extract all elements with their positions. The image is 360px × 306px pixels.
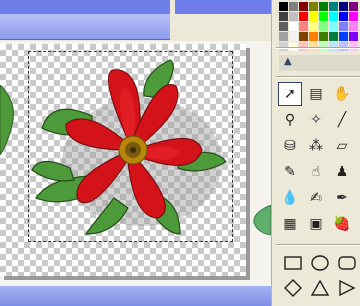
color-swatch[interactable] <box>289 32 298 41</box>
color-swatch[interactable] <box>289 22 298 31</box>
sharpen-tool-icon[interactable]: ✍ <box>304 186 328 210</box>
right-triangle-shape-icon[interactable] <box>335 277 359 299</box>
color-swatch[interactable] <box>329 2 338 11</box>
color-swatch[interactable] <box>279 22 288 31</box>
picture-tube-tool-icon[interactable]: ▣ <box>304 212 328 236</box>
triangle-shape-icon[interactable] <box>308 277 332 299</box>
splitter[interactable] <box>170 0 175 20</box>
document-header <box>0 14 170 40</box>
canvas-shadow <box>246 48 250 280</box>
color-swatch[interactable] <box>349 12 358 21</box>
leaf-image-fragment <box>253 205 271 235</box>
color-swatch[interactable] <box>289 2 298 11</box>
color-swatch[interactable] <box>319 32 328 41</box>
shape-grid <box>281 252 360 302</box>
color-swatch[interactable] <box>279 12 288 21</box>
panel-divider <box>276 47 360 49</box>
diamond-shape-icon[interactable] <box>281 277 305 299</box>
color-swatch[interactable] <box>299 32 308 41</box>
color-swatch[interactable] <box>279 2 288 11</box>
color-palette[interactable] <box>279 2 360 52</box>
eraser-tool-icon[interactable]: ▱ <box>330 134 354 158</box>
droplet-tool-icon[interactable]: 💧 <box>278 186 302 210</box>
color-swatch[interactable] <box>329 12 338 21</box>
color-swatch[interactable] <box>329 32 338 41</box>
panel-divider <box>276 244 360 246</box>
color-swatch[interactable] <box>309 32 318 41</box>
color-swatch[interactable] <box>289 12 298 21</box>
color-swatch[interactable] <box>309 22 318 31</box>
color-swatch[interactable] <box>299 22 308 31</box>
app-window: ▲ ➚ ▤ ✋ ⚲ ✧ ╱ ⛁ ⁂ ▱ ✎ ☝ ♟ 💧 ✍ ✒ ▦ ▣ 🍓 <box>0 0 360 306</box>
rectangle-shape-icon[interactable] <box>281 252 305 274</box>
stamp-tool-icon[interactable]: ♟ <box>330 160 354 184</box>
color-swatch[interactable] <box>279 32 288 41</box>
status-bar <box>0 286 271 306</box>
workspace-title-bar <box>175 0 271 14</box>
spray-tool-icon[interactable]: ⁂ <box>304 134 328 158</box>
smudge-tool-icon[interactable]: ☝ <box>304 160 328 184</box>
eyedropper-tool-icon[interactable]: ⚲ <box>278 108 302 132</box>
color-swatch[interactable] <box>339 22 348 31</box>
paint-bucket-tool-icon[interactable]: ⛁ <box>278 134 302 158</box>
layer-select-tool-icon[interactable]: ▤ <box>304 82 328 106</box>
color-swatch[interactable] <box>349 32 358 41</box>
brush-tool-icon[interactable]: ✎ <box>278 160 302 184</box>
color-swatch[interactable] <box>309 12 318 21</box>
color-swatch[interactable] <box>319 2 328 11</box>
canvas-shadow <box>4 276 250 280</box>
color-swatch[interactable] <box>339 2 348 11</box>
magic-wand-tool-icon[interactable]: ✧ <box>304 108 328 132</box>
color-swatch[interactable] <box>319 12 328 21</box>
color-swatch[interactable] <box>339 12 348 21</box>
color-swatch[interactable] <box>349 2 358 11</box>
hand-pan-tool-icon[interactable]: ✋ <box>330 82 354 106</box>
color-swatch[interactable] <box>319 22 328 31</box>
arrow-select-tool-icon[interactable]: ➚ <box>278 82 302 106</box>
color-swatch[interactable] <box>349 22 358 31</box>
color-swatch[interactable] <box>309 2 318 11</box>
ellipse-shape-icon[interactable] <box>308 252 332 274</box>
color-swatch[interactable] <box>329 22 338 31</box>
selection-marquee[interactable] <box>28 51 233 242</box>
leaf-image-fragment <box>0 85 14 155</box>
line-tool-icon[interactable]: ╱ <box>330 108 354 132</box>
color-swatch[interactable] <box>299 2 308 11</box>
color-swatch[interactable] <box>339 32 348 41</box>
pen-tool-icon[interactable]: ✒ <box>330 186 354 210</box>
tool-grid: ➚ ▤ ✋ ⚲ ✧ ╱ ⛁ ⁂ ▱ ✎ ☝ ♟ 💧 ✍ ✒ ▦ ▣ 🍓 <box>278 82 356 238</box>
strawberry-tube-tool-icon[interactable]: 🍓 <box>330 212 354 236</box>
document-title-bar[interactable] <box>0 0 170 14</box>
color-swatch[interactable] <box>299 12 308 21</box>
rounded-rectangle-shape-icon[interactable] <box>335 252 359 274</box>
panel-divider <box>276 76 360 78</box>
mesh-tool-icon[interactable]: ▦ <box>278 212 302 236</box>
palette-selector-arrow-icon[interactable]: ▲ <box>284 56 292 67</box>
